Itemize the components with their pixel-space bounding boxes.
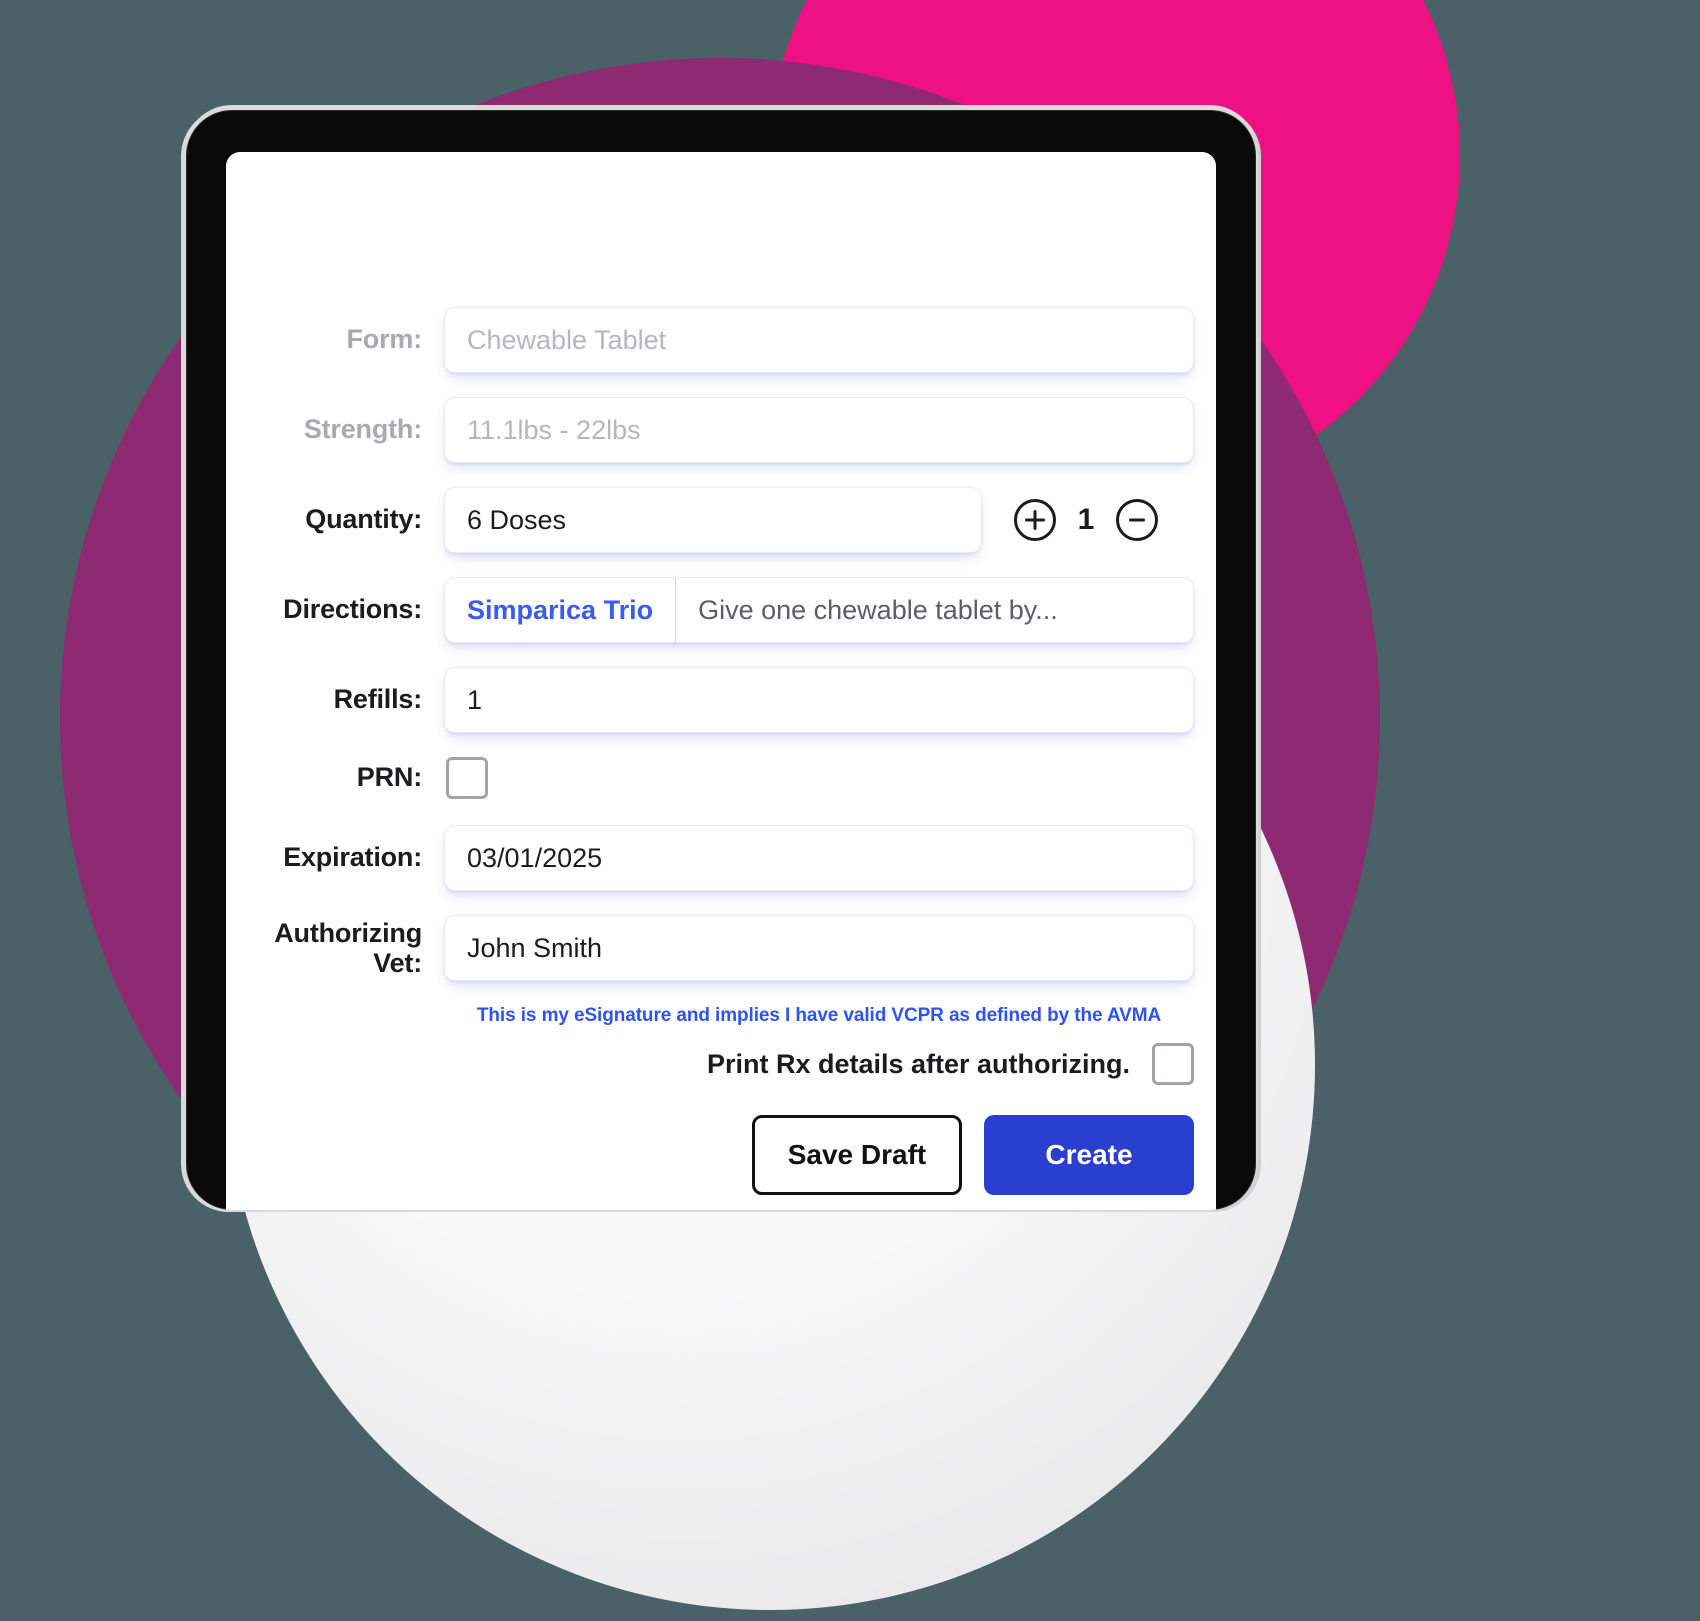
label-authorizing-vet-line2: Vet: (373, 948, 422, 978)
print-option-row: Print Rx details after authorizing. (226, 1043, 1216, 1085)
form-actions: Save Draft Create (226, 1115, 1216, 1210)
form-row-directions: Directions: Simparica Trio Give one chew… (226, 577, 1216, 643)
form-row-expiration: Expiration: 03/01/2025 (226, 825, 1216, 891)
plus-vertical-stroke (1033, 510, 1037, 530)
minus-circle-icon[interactable] (1116, 499, 1158, 541)
prescription-form: Form: Chewable Tablet Strength: 11.1lbs … (226, 152, 1216, 1210)
minus-horizontal-stroke (1129, 518, 1145, 522)
esignature-note: This is my eSignature and implies I have… (476, 1005, 1162, 1026)
label-authorizing-vet: Authorizing Vet: (254, 918, 444, 978)
tablet-device-frame: Form: Chewable Tablet Strength: 11.1lbs … (186, 110, 1256, 1210)
label-authorizing-vet-line1: Authorizing (274, 917, 422, 948)
esignature-spacer (254, 1005, 444, 1027)
plus-circle-icon[interactable] (1014, 499, 1056, 541)
form-row-prn: PRN: (226, 757, 1216, 799)
form-row-form: Form: Chewable Tablet (226, 307, 1216, 373)
label-expiration: Expiration: (283, 842, 422, 873)
form-row-refills: Refills: 1 (226, 667, 1216, 733)
label-directions: Directions: (283, 594, 422, 625)
label-refills: Refills: (333, 684, 423, 715)
form-row-strength: Strength: 11.1lbs - 22lbs (226, 397, 1216, 463)
label-quantity: Quantity: (305, 504, 422, 535)
directions-text[interactable]: Give one chewable tablet by... (676, 578, 1193, 642)
form-row-authorizing-vet: Authorizing Vet: John Smith (226, 915, 1216, 981)
stepper-value: 1 (1077, 503, 1095, 536)
form-field-strength[interactable]: 11.1lbs - 22lbs (444, 397, 1194, 463)
form-field-form[interactable]: Chewable Tablet (444, 307, 1194, 373)
refills-input[interactable]: 1 (444, 667, 1194, 733)
save-draft-button[interactable]: Save Draft (752, 1115, 962, 1195)
tablet-screen: Form: Chewable Tablet Strength: 11.1lbs … (226, 152, 1216, 1210)
screenshot-stage: Form: Chewable Tablet Strength: 11.1lbs … (0, 0, 1700, 1621)
expiration-input[interactable]: 03/01/2025 (444, 825, 1194, 891)
print-rx-checkbox[interactable] (1152, 1043, 1194, 1085)
label-form: Form: (346, 324, 423, 355)
quantity-stepper: 1 (1014, 499, 1158, 541)
create-button[interactable]: Create (984, 1115, 1194, 1195)
prn-checkbox[interactable] (446, 757, 488, 799)
label-strength: Strength: (303, 414, 422, 445)
authorizing-vet-input[interactable]: John Smith (444, 915, 1194, 981)
label-prn: PRN: (356, 762, 422, 793)
quantity-input[interactable]: 6 Doses (444, 487, 982, 553)
directions-field[interactable]: Simparica Trio Give one chewable tablet … (444, 577, 1194, 643)
print-option-label: Print Rx details after authorizing. (706, 1048, 1130, 1079)
form-row-quantity: Quantity: 6 Doses 1 (226, 487, 1216, 553)
directions-drug-name[interactable]: Simparica Trio (445, 578, 677, 642)
esignature-row: This is my eSignature and implies I have… (226, 1005, 1216, 1027)
